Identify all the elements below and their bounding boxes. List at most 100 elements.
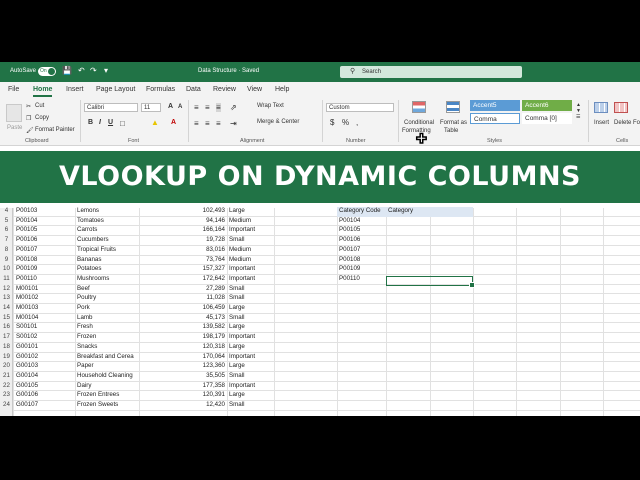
cell-code[interactable]: P00109 xyxy=(16,265,74,272)
cell-code[interactable]: G00105 xyxy=(16,382,74,389)
row-number[interactable]: 22 xyxy=(0,382,13,389)
cell-code[interactable]: M00101 xyxy=(16,285,74,292)
cell-code[interactable]: P00107 xyxy=(16,246,74,253)
cell-name[interactable]: Tomatoes xyxy=(77,217,138,224)
borders-icon[interactable]: □ xyxy=(120,119,125,128)
cell-size[interactable]: Important xyxy=(229,382,273,389)
autosave-toggle[interactable]: On xyxy=(38,67,56,76)
row-number[interactable]: 6 xyxy=(0,226,13,233)
row-number[interactable]: 8 xyxy=(0,246,13,253)
underline-button[interactable]: U xyxy=(108,119,113,126)
cell-code[interactable]: G00107 xyxy=(16,401,74,408)
insert-cells-button[interactable]: Insert xyxy=(594,120,609,126)
merge-center-button[interactable]: Merge & Center xyxy=(257,119,299,125)
cell-name[interactable]: Bananas xyxy=(77,256,138,263)
cell-name[interactable]: Frozen xyxy=(77,333,138,340)
worksheet-grid[interactable]: 4 5 6 7 8 9 10 11 12 13 14 15 16 17 18 19 20 21 22 23 24 P00… xyxy=(0,207,640,416)
cell-name[interactable]: Frozen Sweets xyxy=(77,401,138,408)
tab-help[interactable]: Help xyxy=(275,86,289,93)
bold-button[interactable]: B xyxy=(88,119,93,126)
table-label[interactable]: Table xyxy=(444,128,458,134)
cell-name[interactable]: Dairy xyxy=(77,382,138,389)
cell-value[interactable]: 166,164 xyxy=(140,226,225,233)
row-number[interactable]: 17 xyxy=(0,333,13,340)
row-number[interactable]: 24 xyxy=(0,401,13,408)
comma-style-icon[interactable]: , xyxy=(356,118,358,127)
cell-size[interactable]: Medium xyxy=(229,246,273,253)
cell-value[interactable]: 35,505 xyxy=(140,372,225,379)
font-color-icon[interactable]: A xyxy=(171,119,176,126)
row-number[interactable]: 9 xyxy=(0,256,13,263)
cell-name[interactable]: Beef xyxy=(77,285,138,292)
search-box[interactable]: ⚲ Search xyxy=(340,66,522,78)
cell-value[interactable]: 170,064 xyxy=(140,353,225,360)
row-number[interactable]: 18 xyxy=(0,343,13,350)
cell-value[interactable]: 106,459 xyxy=(140,304,225,311)
cell-size[interactable]: Medium xyxy=(229,217,273,224)
row-number[interactable]: 10 xyxy=(0,265,13,272)
cell-code[interactable]: P00103 xyxy=(16,207,74,214)
cell-size[interactable]: Small xyxy=(229,294,273,301)
cell-value[interactable]: 94,146 xyxy=(140,217,225,224)
cell-name[interactable]: Carrots xyxy=(77,226,138,233)
row-number[interactable]: 14 xyxy=(0,304,13,311)
cell-name[interactable]: Fresh xyxy=(77,323,138,330)
cell-size[interactable]: Large xyxy=(229,343,273,350)
align-bottom-icon[interactable]: ≡ xyxy=(216,103,221,112)
align-middle-icon[interactable]: ≡ xyxy=(205,103,210,112)
lookup-code-cell[interactable]: P00108 xyxy=(339,256,360,263)
cell-value[interactable]: 120,391 xyxy=(140,391,225,398)
cell-size[interactable]: Large xyxy=(229,304,273,311)
cell-code[interactable]: M00104 xyxy=(16,314,74,321)
cell-name[interactable]: Lemons xyxy=(77,207,138,214)
cell-size[interactable]: Important xyxy=(229,265,273,272)
row-number[interactable]: 21 xyxy=(0,372,13,379)
cell-code[interactable]: G00103 xyxy=(16,362,74,369)
cell-value[interactable]: 198,179 xyxy=(140,333,225,340)
format-as-table-icon[interactable] xyxy=(446,101,460,113)
cell-name[interactable]: Breakfast and Cerea xyxy=(77,353,138,360)
format-cells-button[interactable]: Fo xyxy=(633,120,640,126)
font-name-select[interactable]: Calibri xyxy=(84,103,138,112)
lookup-code-cell[interactable]: P00109 xyxy=(339,265,360,272)
cell-code[interactable]: M00102 xyxy=(16,294,74,301)
currency-icon[interactable]: $ xyxy=(330,118,334,127)
lookup-code-cell[interactable]: P00104 xyxy=(339,217,360,224)
cell-size[interactable]: Small xyxy=(229,285,273,292)
cell-size[interactable]: Important xyxy=(229,333,273,340)
tab-view[interactable]: View xyxy=(247,86,262,93)
cell-name[interactable]: Snacks xyxy=(77,343,138,350)
cell-value[interactable]: 120,318 xyxy=(140,343,225,350)
lookup-header-category[interactable]: Category xyxy=(388,207,413,214)
lookup-code-cell[interactable]: P00107 xyxy=(339,246,360,253)
row-number[interactable]: 23 xyxy=(0,391,13,398)
orientation-icon[interactable]: ⇗ xyxy=(230,103,237,112)
customize-icon[interactable]: ▾ xyxy=(104,66,108,75)
tab-home[interactable]: Home xyxy=(33,86,53,97)
cell-size[interactable]: Important xyxy=(229,353,273,360)
cell-size[interactable]: Important xyxy=(229,226,273,233)
lookup-code-cell[interactable]: P00106 xyxy=(339,236,360,243)
indent-icon[interactable]: ⇥ xyxy=(230,119,237,128)
cell-name[interactable]: Frozen Entrees xyxy=(77,391,138,398)
cell-size[interactable]: Large xyxy=(229,207,273,214)
cell-size[interactable]: Large xyxy=(229,391,273,398)
redo-icon[interactable]: ↷ xyxy=(90,66,97,75)
cell-size[interactable]: Small xyxy=(229,372,273,379)
cell-value[interactable]: 177,358 xyxy=(140,382,225,389)
cell-code[interactable]: S00101 xyxy=(16,323,74,330)
row-number[interactable]: 19 xyxy=(0,353,13,360)
cell-code[interactable]: P00106 xyxy=(16,236,74,243)
align-right-icon[interactable]: ≡ xyxy=(216,119,221,128)
cell-size[interactable]: Small xyxy=(229,401,273,408)
tab-data[interactable]: Data xyxy=(186,86,201,93)
lookup-header-code[interactable]: Category Code xyxy=(339,207,381,214)
cell-value[interactable]: 102,493 xyxy=(140,207,225,214)
style-comma0[interactable]: Comma [0] xyxy=(522,113,572,124)
tab-file[interactable]: File xyxy=(8,86,19,93)
tab-formulas[interactable]: Formulas xyxy=(146,86,175,93)
copy-button[interactable]: Copy xyxy=(35,115,49,121)
fill-color-icon[interactable]: ▲ xyxy=(151,118,159,127)
cell-code[interactable]: P00110 xyxy=(16,275,74,282)
cell-code[interactable]: M00103 xyxy=(16,304,74,311)
